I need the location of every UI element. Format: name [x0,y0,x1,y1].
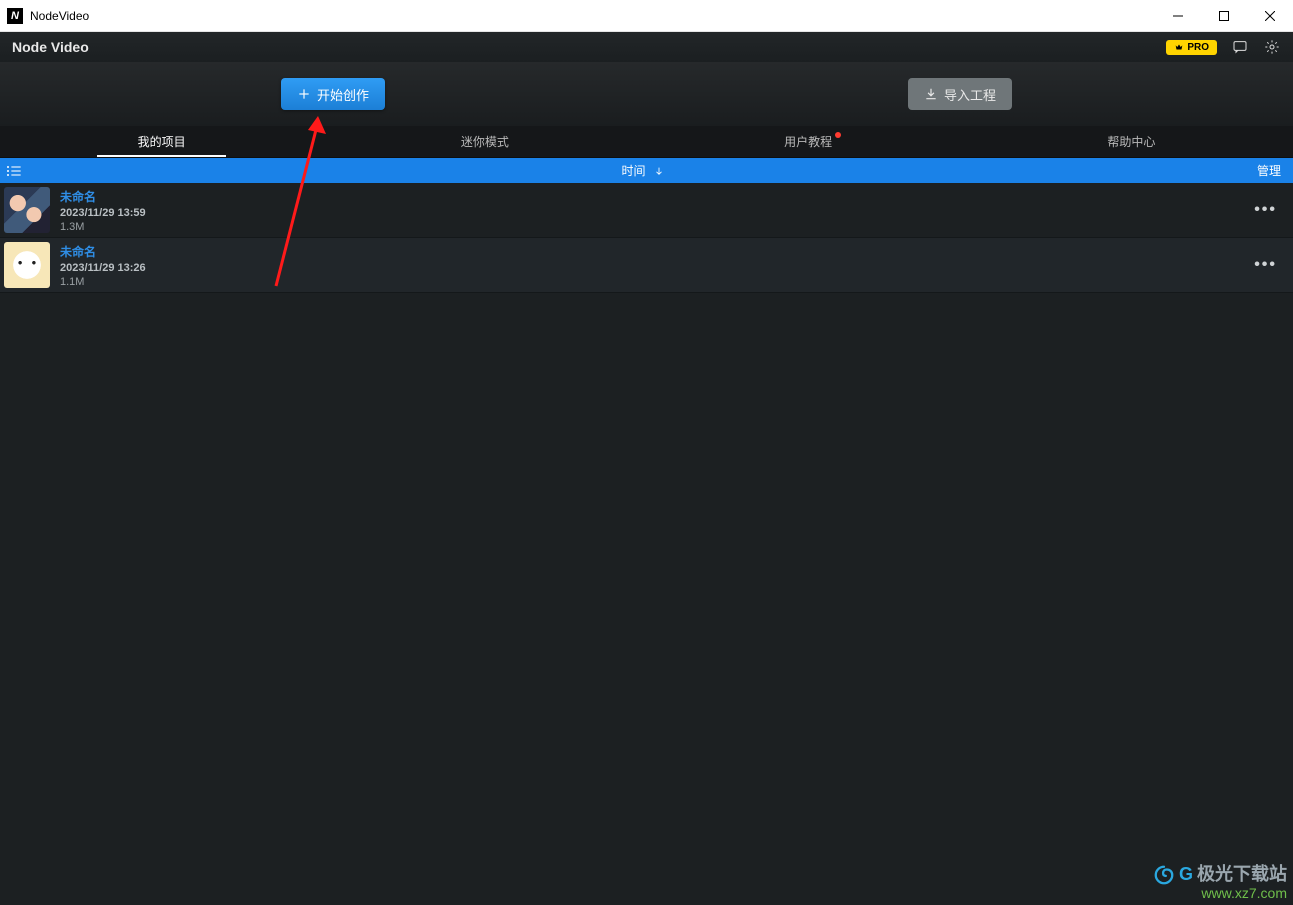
feedback-icon[interactable] [1231,38,1249,56]
project-row[interactable]: 未命名 2023/11/29 13:59 1.3M ••• [0,183,1293,238]
window-titlebar: N NodeVideo [0,0,1293,32]
plus-icon [297,87,311,101]
window-minimize-button[interactable] [1155,0,1201,32]
app-header: Node Video PRO [0,32,1293,62]
window-close-button[interactable] [1247,0,1293,32]
list-view-icon[interactable] [0,164,28,178]
brand-label: Node Video [12,39,89,55]
action-bar: 开始创作 导入工程 [0,62,1293,126]
create-button[interactable]: 开始创作 [281,78,385,110]
sort-control[interactable]: 时间 [28,162,1257,179]
tab-label: 帮助中心 [1107,133,1155,150]
window-maximize-button[interactable] [1201,0,1247,32]
more-icon[interactable]: ••• [1248,252,1283,278]
notification-dot-icon [835,132,841,138]
tab-tutorials[interactable]: 用户教程 [647,126,970,157]
project-name: 未命名 [60,188,146,205]
arrow-down-icon [654,166,664,176]
project-row[interactable]: 未命名 2023/11/29 13:26 1.1M ••• [0,238,1293,293]
project-date: 2023/11/29 13:59 [60,207,146,219]
project-size: 1.3M [60,221,146,233]
more-icon[interactable]: ••• [1248,197,1283,223]
crown-icon [1174,42,1184,52]
pro-label: PRO [1187,42,1209,53]
watermark-brand-initial: G [1179,865,1193,885]
sort-bar: 时间 管理 [0,158,1293,183]
project-size: 1.1M [60,276,146,288]
pro-badge[interactable]: PRO [1166,40,1217,55]
watermark-url: www.xz7.com [1153,886,1287,901]
import-button[interactable]: 导入工程 [908,78,1012,110]
tab-label: 我的项目 [138,133,186,150]
nav-tabs: 我的项目 迷你模式 用户教程 帮助中心 [0,126,1293,158]
project-thumbnail [4,242,50,288]
project-name: 未命名 [60,243,146,260]
import-label: 导入工程 [944,85,996,104]
tab-help[interactable]: 帮助中心 [970,126,1293,157]
create-label: 开始创作 [317,85,369,104]
tab-label: 迷你模式 [461,133,509,150]
swirl-icon [1153,864,1175,886]
project-thumbnail [4,187,50,233]
tab-label: 用户教程 [784,133,832,150]
sort-label: 时间 [621,162,645,179]
manage-button[interactable]: 管理 [1257,162,1293,179]
app-icon: N [7,8,23,24]
watermark: G极光下载站 www.xz7.com [1153,864,1287,901]
tab-mini-mode[interactable]: 迷你模式 [323,126,646,157]
project-date: 2023/11/29 13:26 [60,262,146,274]
settings-icon[interactable] [1263,38,1281,56]
tab-my-projects[interactable]: 我的项目 [0,126,323,157]
window-title: NodeVideo [30,9,89,23]
download-icon [924,87,938,101]
watermark-brand-text: 极光下载站 [1197,865,1287,885]
